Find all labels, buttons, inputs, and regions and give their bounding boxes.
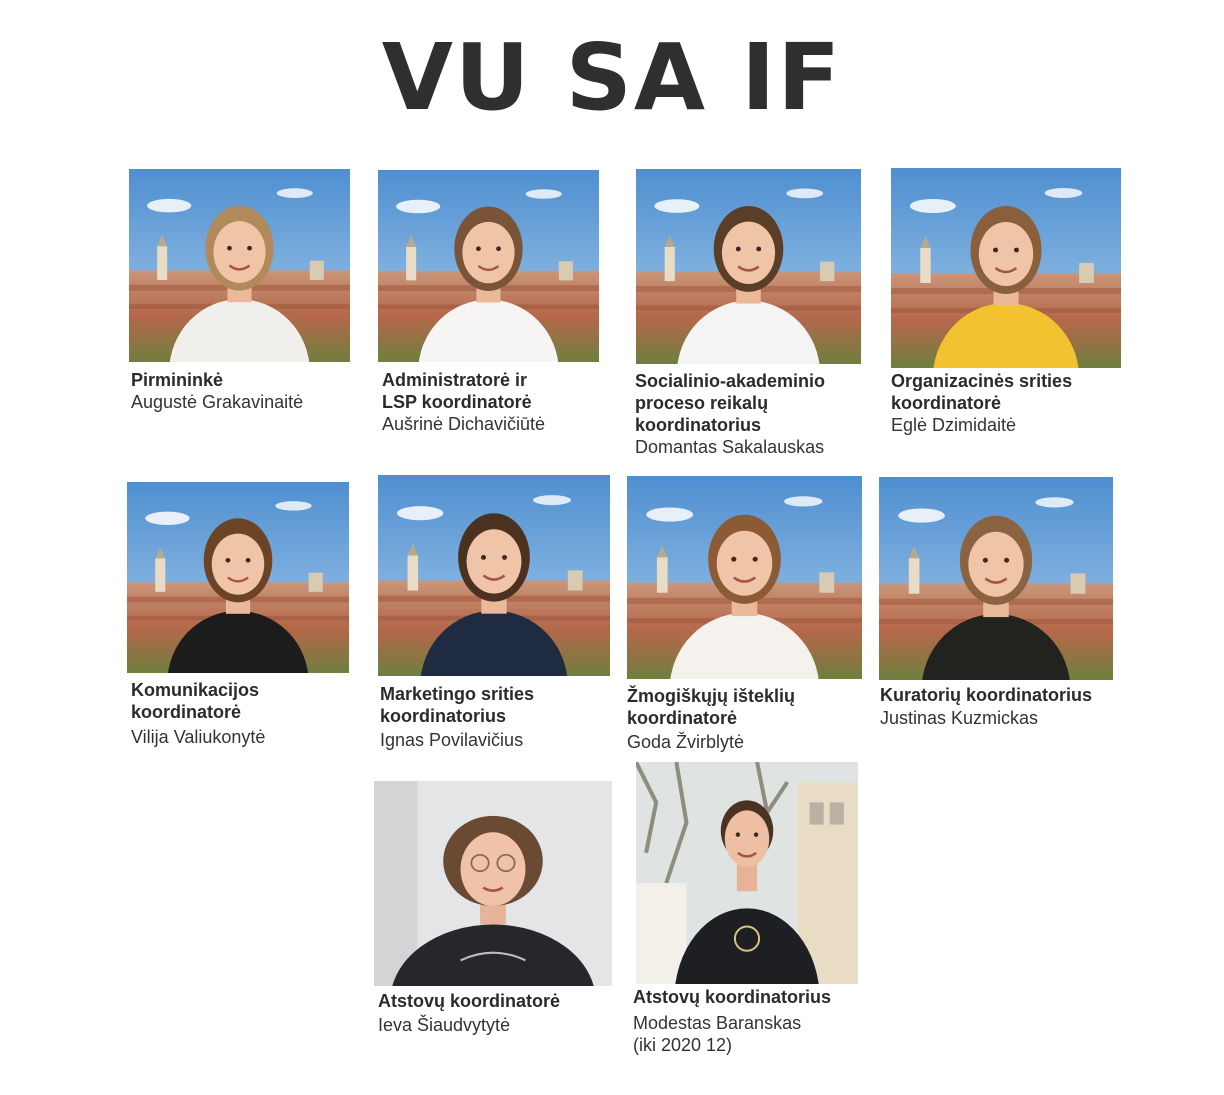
member-photo — [378, 475, 610, 676]
member-name: Ieva Šiaudvytytė — [378, 1014, 510, 1036]
portrait-photo — [127, 482, 349, 673]
member-photo — [636, 169, 861, 364]
member-name-line: Ignas Povilavičius — [380, 730, 524, 750]
member-role-line: Organizacinės srities — [891, 371, 1073, 391]
member-name: Domantas Sakalauskas — [635, 436, 824, 458]
member-role: Pirmininkė — [131, 369, 223, 391]
member-name: Vilija Valiukonytė — [131, 726, 265, 748]
member-photo — [891, 168, 1121, 368]
member-role: Kuratorių koordinatorius — [880, 684, 1092, 706]
member-role: Administratorė ir LSP koordinatorė — [382, 369, 532, 413]
member-role-line: koordinatorius — [635, 415, 762, 435]
member-role-line: koordinatorius — [380, 706, 507, 726]
member-name-line: Modestas Baranskas — [633, 1013, 802, 1033]
portrait-photo — [378, 170, 599, 362]
member-photo — [636, 762, 858, 984]
member-role: Organizacinės srities koordinatorė — [891, 370, 1072, 414]
member-role-line: proceso reikalų — [635, 393, 769, 413]
member-role-line: Socialinio-akademinio — [635, 371, 826, 391]
member-role-line: Komunikacijos — [131, 680, 260, 700]
member-name-line: Augustė Grakavinaitė — [131, 392, 304, 412]
member-photo — [627, 476, 862, 679]
member-name-line: Ieva Šiaudvytytė — [378, 1015, 511, 1035]
member-role-line: Atstovų koordinatorius — [633, 987, 832, 1007]
member-photo — [127, 482, 349, 673]
portrait-photo — [378, 475, 610, 676]
member-role-line: Pirmininkė — [131, 370, 224, 390]
portrait-photo — [636, 762, 858, 984]
page-title: VU SA IF — [381, 24, 843, 131]
member-name-line: (iki 2020 12) — [633, 1035, 733, 1055]
member-photo — [879, 477, 1113, 680]
member-role-line: Žmogiškųjų išteklių — [627, 686, 796, 706]
member-role: Komunikacijos koordinatorė — [131, 679, 259, 723]
member-name-line: Goda Žvirblytė — [627, 732, 745, 752]
member-name: Aušrinė Dichavičiūtė — [382, 413, 545, 435]
member-role: Marketingo srities koordinatorius — [380, 683, 534, 727]
portrait-photo — [627, 476, 862, 679]
member-role-line: Atstovų koordinatorė — [378, 991, 561, 1011]
member-photo — [374, 781, 612, 986]
member-role-line: Kuratorių koordinatorius — [880, 685, 1093, 705]
member-role: Atstovų koordinatorius — [633, 986, 831, 1008]
portrait-photo — [891, 168, 1121, 368]
member-role-line: koordinatorė — [891, 393, 1002, 413]
member-photo — [129, 169, 350, 362]
member-role: Žmogiškųjų išteklių koordinatorė — [627, 685, 795, 729]
member-role-line: koordinatorė — [131, 702, 242, 722]
member-name-line: Eglė Dzimidaitė — [891, 415, 1017, 435]
member-name: Eglė Dzimidaitė — [891, 414, 1016, 436]
member-name-line: Aušrinė Dichavičiūtė — [382, 414, 546, 434]
member-name: Modestas Baranskas (iki 2020 12) — [633, 1012, 801, 1056]
member-name: Augustė Grakavinaitė — [131, 391, 303, 413]
member-role-line: LSP koordinatorė — [382, 392, 532, 412]
member-name-line: Domantas Sakalauskas — [635, 437, 825, 457]
member-role: Socialinio-akademinio proceso reikalų koor… — [635, 370, 825, 436]
portrait-photo — [129, 169, 350, 362]
member-role-line: Marketingo srities — [380, 684, 535, 704]
member-role: Atstovų koordinatorė — [378, 990, 560, 1012]
portrait-photo — [636, 169, 861, 364]
member-name-line: Vilija Valiukonytė — [131, 727, 266, 747]
member-role-line: Administratorė ir — [382, 370, 528, 390]
member-role-line: koordinatorė — [627, 708, 738, 728]
member-photo — [378, 170, 599, 362]
portrait-photo — [374, 781, 612, 986]
portrait-photo — [879, 477, 1113, 680]
member-name: Justinas Kuzmickas — [880, 707, 1038, 729]
member-name: Goda Žvirblytė — [627, 731, 744, 753]
member-name: Ignas Povilavičius — [380, 729, 523, 751]
member-name-line: Justinas Kuzmickas — [880, 708, 1039, 728]
